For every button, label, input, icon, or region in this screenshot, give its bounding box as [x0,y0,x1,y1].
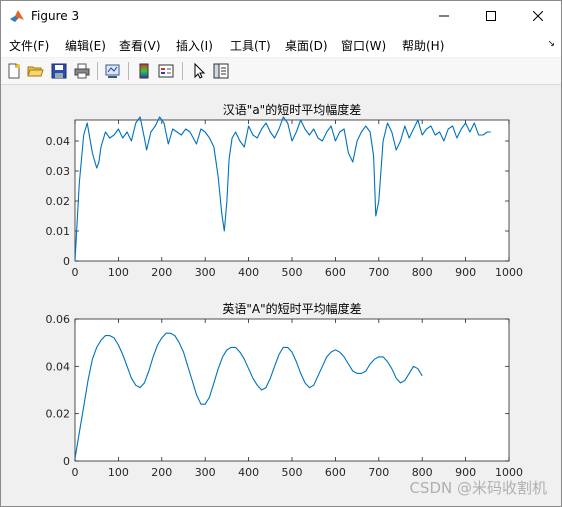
x-tick-label: 800 [412,266,433,279]
x-tick-label: 0 [72,466,79,479]
insert-legend-icon[interactable] [157,62,175,80]
x-tick-label: 200 [151,266,172,279]
menu-desktop[interactable]: 桌面(D) [285,37,328,54]
x-tick-label: 600 [325,266,346,279]
x-tick-label: 400 [238,266,259,279]
title-bar: Figure 3 [1,1,561,31]
plot-area: 汉语"a"的短时平均幅度差 0 100 200 300 400 500 600 700 800 90… [46,102,524,479]
y-tick-label: 0.04 [46,360,71,373]
menu-bar: 文件(F) 编辑(E) 查看(V) 插入(I) 工具(T) 桌面(D) 窗口(W… [1,31,561,57]
x-tick-label: 300 [195,466,216,479]
link-plot-icon[interactable] [104,62,122,80]
toolbar-separator [97,62,98,80]
new-figure-icon[interactable] [5,62,23,80]
print-icon[interactable] [73,62,91,80]
menu-tools[interactable]: 工具(T) [230,37,271,54]
x-tick-label: 100 [108,266,129,279]
x-tick-label: 0 [72,266,79,279]
axes-box [74,318,510,462]
axes-2: 英语"A"的短时平均幅度差0 100 200 300 400 500 600 700 800 90… [46,301,524,479]
y-tick-label: 0.06 [46,313,71,326]
close-button[interactable] [515,1,561,31]
watermark-text: CSDN @米码收割机 [409,479,547,497]
y-tick-label: 0 [63,255,70,268]
x-tick-label: 100 [108,466,129,479]
menu-overflow-arrow[interactable]: ↘ [547,39,555,49]
minimize-button[interactable] [421,1,467,31]
axes-title: 英语"A"的短时平均幅度差 [222,301,361,316]
x-tick-label: 900 [455,266,476,279]
menu-help[interactable]: 帮助(H) [402,37,444,54]
save-icon[interactable] [50,62,68,80]
menu-insert[interactable]: 插入(I) [176,37,213,54]
y-tick-label: 0.02 [46,195,71,208]
axes-title: 汉语"a"的短时平均幅度差 [223,102,361,117]
insert-colorbar-icon[interactable] [135,62,153,80]
axes-1: 汉语"a"的短时平均幅度差 0 100 200 300 400 500 600 700 800 90… [46,102,524,279]
minimize-icon [439,15,449,17]
x-tick-label: 700 [368,266,389,279]
y-tick-label: 0.01 [46,225,71,238]
pointer-icon[interactable] [190,62,208,80]
x-tick-label: 500 [282,266,303,279]
matlab-logo-icon [10,10,24,22]
toolbar-separator [182,62,183,80]
y-tick-label: 0.02 [46,408,71,421]
toolbar [1,58,561,85]
menu-window[interactable]: 窗口(W) [341,37,386,54]
menu-view[interactable]: 查看(V) [119,37,161,54]
x-tick-label: 200 [151,466,172,479]
x-tick-label: 400 [238,466,259,479]
close-icon [533,11,543,21]
open-file-icon[interactable] [26,62,44,80]
x-tick-label: 500 [282,466,303,479]
toolbar-separator [128,62,129,80]
maximize-button[interactable] [468,1,514,31]
x-tick-label: 1000 [495,266,523,279]
x-tick-label: 700 [368,466,389,479]
y-tick-label: 0.03 [46,165,71,178]
figure-canvas: 汉语"a"的短时平均幅度差 0 100 200 300 400 500 600 700 800 90… [1,85,561,506]
y-tick-label: 0 [63,455,70,468]
maximize-icon [486,11,496,21]
menu-edit[interactable]: 编辑(E) [65,37,106,54]
property-inspector-icon[interactable] [212,62,230,80]
figure-window: Figure 3 文件(F) 编辑(E) 查看(V) 插入(I) 工具(T) 桌… [0,0,562,507]
x-tick-label: 300 [195,266,216,279]
y-tick-label: 0.04 [46,135,71,148]
window-title: Figure 3 [31,9,80,23]
x-tick-label: 600 [325,466,346,479]
menu-file[interactable]: 文件(F) [9,37,49,54]
